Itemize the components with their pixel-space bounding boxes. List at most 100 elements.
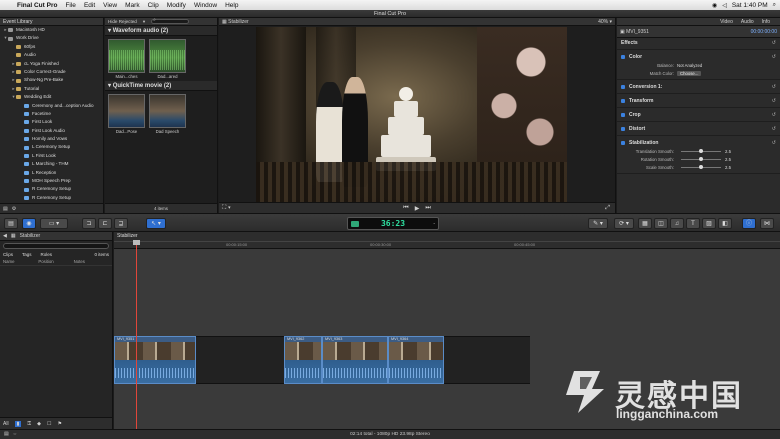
inspector-section-header[interactable]: Stabilization ↺ [617,138,780,147]
menu-clip[interactable]: Clip [148,2,159,9]
clip-appearance-button[interactable]: ▭ ▾ [40,218,68,229]
library-item[interactable]: L Reception [0,169,103,177]
parameter-slider[interactable] [681,148,721,153]
filter-marker-icon[interactable]: ◆ [37,421,41,427]
timeline-index-toggle-icon[interactable]: ▤ [4,432,9,437]
filter-all[interactable]: All [3,421,9,427]
connect-clip-button[interactable]: ⊐ [82,218,96,229]
parameter-value[interactable]: 2.5 [725,149,731,154]
library-item[interactable]: R Ceremony Setup [0,185,103,193]
dashboard-background-tasks-icon[interactable]: ◔ [433,221,435,226]
filter-keyword-icon[interactable]: ⚿ [27,421,31,427]
parameter-value[interactable]: Not Analyzed [677,63,702,68]
menu-file[interactable]: File [65,2,75,9]
reset-icon[interactable]: ↺ [772,140,776,146]
enable-checkbox[interactable] [621,84,625,89]
menu-modify[interactable]: Modify [167,2,186,9]
tab-video[interactable]: Video [720,19,733,25]
library-item[interactable]: ▾ Wedding Edit [0,93,103,101]
library-item[interactable]: R Ceremony Setup [0,194,103,202]
menu-app[interactable]: Final Cut Pro [17,2,57,9]
browser-clip[interactable]: Dad...ared [149,39,186,79]
show-hide-library-icon[interactable]: ▤ [3,206,8,212]
parameter-slider[interactable] [681,164,721,169]
insert-clip-button[interactable]: ⊏ [98,218,112,229]
viewer-zoom[interactable]: 40% ▾ [598,19,612,25]
reset-icon[interactable]: ↺ [772,40,776,46]
library-item[interactable]: Facetime [0,110,103,118]
titles-browser-button[interactable]: T [686,218,700,229]
library-item[interactable]: ▸ cL Yoga Finished [0,60,103,68]
library-item[interactable]: Ceremony and...ception Audio [0,102,103,110]
play-icon[interactable]: ▶ [415,205,420,212]
menu-window[interactable]: Window [194,2,217,9]
transitions-browser-button[interactable]: ⋈ [760,218,774,229]
library-item[interactable]: 60fps [0,43,103,51]
enable-checkbox[interactable] [621,54,625,59]
browser-search-input[interactable] [151,19,190,24]
inspector-section-header[interactable]: Conversion 1: ↺ [617,82,780,91]
history-back-icon[interactable]: ◀ [3,233,7,239]
enable-checkbox[interactable] [621,112,625,117]
next-frame-icon[interactable]: ⏭ [425,205,430,212]
select-tool-button[interactable]: ↖ ▾ [146,218,166,229]
inspector-toggle-button[interactable]: ⓘ [742,218,756,229]
append-clip-button[interactable]: ⊒ [114,218,128,229]
timeline-ruler[interactable]: Stabilizer 00:00:15:00 00:00:30:00 00:00… [114,232,780,249]
parameter-slider[interactable] [681,156,721,161]
menubar-clock[interactable]: Sat 1:40 PM [732,2,768,9]
reset-icon[interactable]: ↺ [772,54,776,60]
filter-todo-icon[interactable]: ☐ [47,421,51,427]
library-item[interactable]: L Ceremony Setup [0,143,103,151]
parameter-value[interactable]: 2.5 [725,157,731,162]
tab-info[interactable]: Info [762,19,770,25]
menu-mark[interactable]: Mark [125,2,139,9]
timeline-clip[interactable]: MVI_9364 [388,336,444,384]
reset-icon[interactable]: ↺ [772,98,776,104]
browser-clip[interactable]: Dad Speech [149,94,186,134]
inspector-section-header[interactable]: Color ↺ [617,52,780,61]
timeline-clip[interactable]: MVI_9362 [284,336,322,384]
column-position[interactable]: Position [38,259,73,264]
library-item[interactable]: Audio [0,51,103,59]
enhance-menu-button[interactable]: ✎ ▾ [588,218,608,229]
browser-group-header[interactable]: ▾ QuickTime movie (2) [105,81,217,91]
library-item[interactable]: L First Look [0,152,103,160]
timeline-index-search[interactable] [3,243,109,249]
enable-checkbox[interactable] [621,126,625,131]
browser-group-header[interactable]: ▾ Waveform audio (2) [105,26,217,36]
viewer-video-frame[interactable] [256,27,567,202]
record-voiceover-button[interactable]: ◉ [22,218,36,229]
library-item[interactable]: ▸ Macintosh HD [0,26,103,34]
column-notes[interactable]: Notes [74,259,109,264]
photo-browser-button[interactable]: ◫ [654,218,668,229]
filter-chevron-icon[interactable]: ▾ [143,19,145,25]
effects-browser-button[interactable]: ▦ [638,218,652,229]
playhead[interactable] [133,240,140,429]
filter-popup[interactable]: Hide Rejected [108,19,137,24]
action-gear-icon[interactable]: ⚙ [12,206,16,212]
generators-browser-button[interactable]: ▨ [702,218,716,229]
inspector-section-header[interactable]: Transform ↺ [617,96,780,105]
parameter-value[interactable]: 2.5 [725,165,731,170]
enable-checkbox[interactable] [621,98,625,103]
library-item[interactable]: L Marching - THM [0,160,103,168]
wifi-icon[interactable]: ◉ [712,2,717,9]
library-item[interactable]: Homily and Vows [0,135,103,143]
timeline-clip[interactable]: MVI_9351 [114,336,196,384]
themes-browser-button[interactable]: ◧ [718,218,732,229]
browser-clip[interactable]: Main...ches [108,39,145,79]
menu-help[interactable]: Help [225,2,238,9]
library-item[interactable]: MOH Speech Prep [0,177,103,185]
timeline-history-icon[interactable]: ⇔ [13,432,18,437]
inspector-section-header[interactable]: Distort ↺ [617,124,780,133]
previous-frame-icon[interactable]: ⏮ [403,205,408,212]
library-item[interactable]: ▸ Color Correct-Grade [0,68,103,76]
inspector-section-header[interactable]: Crop ↺ [617,110,780,119]
choose-button[interactable]: Choose... [677,70,702,76]
reset-icon[interactable]: ↺ [772,112,776,118]
dashboard-timecode[interactable]: 36:23 ◔ [347,217,439,230]
retime-menu-button[interactable]: ⟳ ▾ [614,218,634,229]
library-item[interactable]: ▸ Tutorial [0,85,103,93]
tab-roles[interactable]: Roles [41,252,53,257]
